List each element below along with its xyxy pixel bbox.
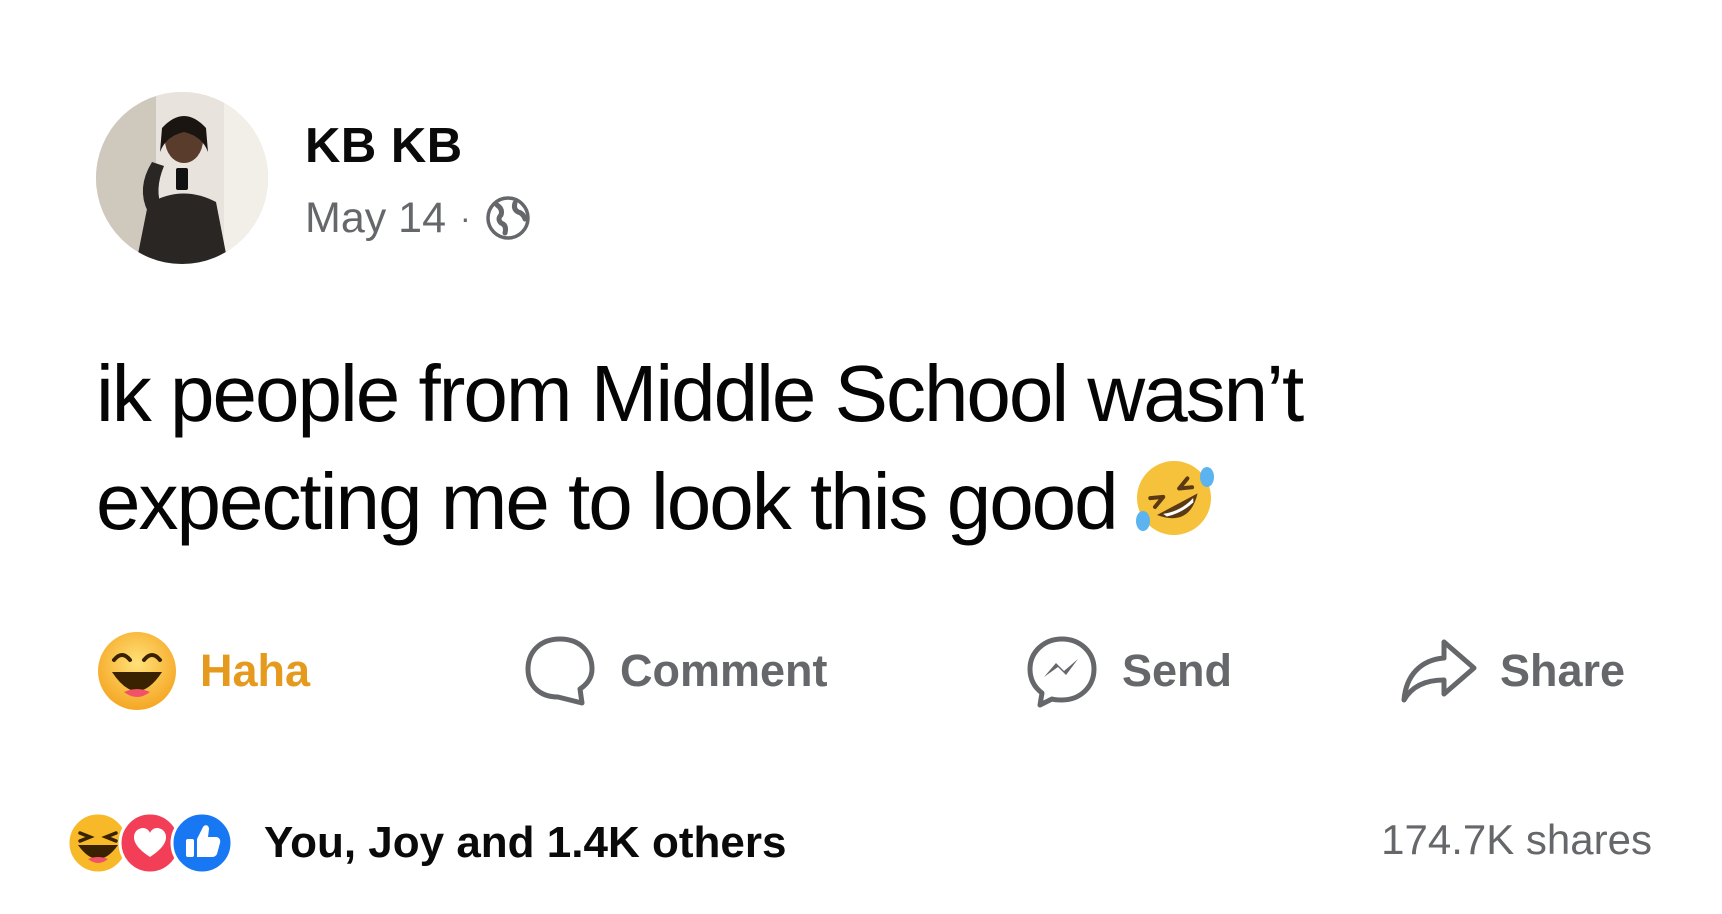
shares-count[interactable]: 174.7K shares	[1381, 816, 1652, 864]
comment-button[interactable]: Comment	[522, 633, 828, 709]
send-label: Send	[1122, 645, 1233, 696]
post-text-line-2-text: expecting me to look this good	[96, 457, 1119, 546]
share-arrow-icon	[1401, 639, 1477, 703]
reaction-icons-stack	[66, 811, 234, 875]
messenger-icon	[1027, 636, 1097, 708]
comment-icon	[525, 636, 595, 706]
rolling-on-floor-laughing-icon	[1135, 461, 1214, 535]
share-button[interactable]: Share	[1398, 636, 1625, 706]
post-text-line-2: expecting me to look this good	[96, 448, 1596, 556]
post-meta: May 14 ·	[305, 193, 531, 243]
reactions-summary[interactable]: You, Joy and 1.4K others	[66, 808, 786, 878]
haha-icon	[98, 632, 176, 710]
haha-reaction-button[interactable]: Haha	[96, 630, 310, 712]
action-bar: Haha Comment Send Share	[96, 632, 1625, 710]
author-name[interactable]: KB KB	[305, 118, 463, 174]
globe-icon	[485, 196, 530, 240]
reactions-text[interactable]: You, Joy and 1.4K others	[264, 818, 786, 868]
avatar[interactable]	[96, 92, 268, 264]
share-label: Share	[1500, 645, 1626, 696]
meta-separator: ·	[460, 199, 471, 236]
avatar-image	[96, 92, 268, 264]
like-icon	[170, 811, 234, 875]
post-date[interactable]: May 14	[305, 194, 446, 243]
send-button[interactable]: Send	[1024, 633, 1232, 709]
haha-label: Haha	[200, 645, 311, 696]
post-text: ik people from Middle School wasn’t expe…	[96, 340, 1596, 556]
comment-label: Comment	[620, 645, 828, 696]
post-text-line-1: ik people from Middle School wasn’t	[96, 349, 1304, 438]
